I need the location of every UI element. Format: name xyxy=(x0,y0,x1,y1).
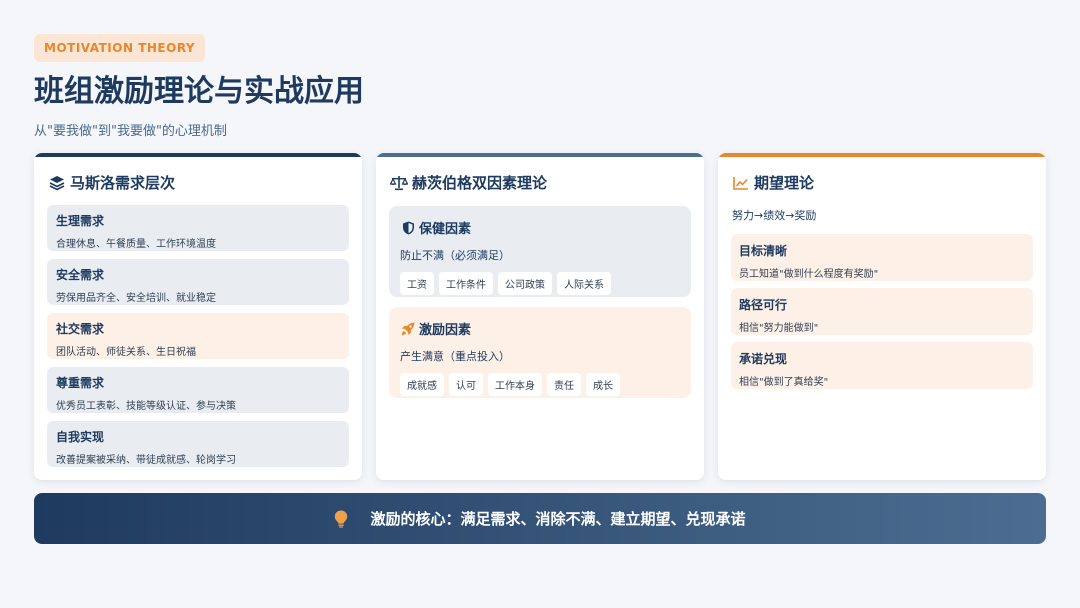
condition-title: 承诺兑现 xyxy=(739,352,788,366)
need-level: 安全需求 xyxy=(56,268,105,282)
factor-chip: 责任 xyxy=(547,373,581,396)
page-subtitle: 从"要我做"到"我要做"的心理机制 xyxy=(34,124,227,139)
layers-icon xyxy=(48,174,66,192)
condition-detail: 员工知道"做到什么程度有奖励" xyxy=(739,269,879,280)
maslow-card: 马斯洛需求层次 生理需求 合理休息、午餐质量、工作环境温度 安全需求 劳保用品齐… xyxy=(34,153,362,480)
factor-chip: 工资 xyxy=(400,272,434,295)
core-banner: 激励的核心：满足需求、消除不满、建立期望、兑现承诺 xyxy=(34,493,1046,544)
need-detail: 劳保用品齐全、安全培训、就业稳定 xyxy=(56,293,216,304)
condition-title: 路径可行 xyxy=(739,298,788,312)
expectancy-chain: 努力→绩效→奖励 xyxy=(732,209,817,222)
chart-line-icon xyxy=(732,174,750,192)
need-detail: 合理休息、午餐质量、工作环境温度 xyxy=(56,239,216,250)
factor-chips: 成就感 认可 工作本身 责任 成长 xyxy=(400,373,680,396)
factor-title: 保健因素 xyxy=(419,222,472,237)
list-item: 路径可行 相信"努力能做到" xyxy=(731,288,1033,335)
factor-chip: 成就感 xyxy=(400,373,444,396)
maslow-card-title: 马斯洛需求层次 xyxy=(34,157,362,193)
card-title-text: 期望理论 xyxy=(754,174,815,192)
lightbulb-icon xyxy=(334,510,348,528)
list-item: 承诺兑现 相信"做到了真给奖" xyxy=(731,342,1033,389)
list-item: 自我实现 改善提案被采纳、带徒成就感、轮岗学习 xyxy=(47,421,349,467)
herzberg-card-title: 赫茨伯格双因素理论 xyxy=(376,157,704,193)
list-item: 生理需求 合理休息、午餐质量、工作环境温度 xyxy=(47,205,349,251)
expectancy-list: 目标清晰 员工知道"做到什么程度有奖励" 路径可行 相信"努力能做到" 承诺兑现… xyxy=(718,223,1046,389)
motivator-factor-panel: 激励因素 产生满意（重点投入） 成就感 认可 工作本身 责任 成长 xyxy=(389,307,691,398)
card-title-text: 马斯洛需求层次 xyxy=(70,174,176,192)
factor-heading: 保健因素 xyxy=(400,218,680,237)
factor-chip: 工作条件 xyxy=(439,272,493,295)
need-detail: 改善提案被采纳、带徒成就感、轮岗学习 xyxy=(56,455,236,466)
factor-chip: 工作本身 xyxy=(488,373,542,396)
expectancy-card: 期望理论 努力→绩效→奖励 目标清晰 员工知道"做到什么程度有奖励" 路径可行 … xyxy=(718,153,1046,480)
factor-desc: 防止不满（必须满足） xyxy=(400,249,510,262)
list-item: 社交需求 团队活动、师徒关系、生日祝福 xyxy=(47,313,349,359)
hygiene-factor-panel: 保健因素 防止不满（必须满足） 工资 工作条件 公司政策 人际关系 xyxy=(389,206,691,297)
expectancy-card-title: 期望理论 xyxy=(718,157,1046,193)
shield-icon xyxy=(400,220,416,236)
factor-title: 激励因素 xyxy=(419,323,472,338)
list-item: 尊重需求 优秀员工表彰、技能等级认证、参与决策 xyxy=(47,367,349,413)
condition-detail: 相信"做到了真给奖" xyxy=(739,377,829,388)
page-title: 班组激励理论与实战应用 xyxy=(34,74,364,109)
condition-title: 目标清晰 xyxy=(739,244,788,258)
list-item: 安全需求 劳保用品齐全、安全培训、就业稳定 xyxy=(47,259,349,305)
list-item: 目标清晰 员工知道"做到什么程度有奖励" xyxy=(731,234,1033,281)
factor-chip: 成长 xyxy=(586,373,620,396)
factor-chip: 认可 xyxy=(449,373,483,396)
condition-detail: 相信"努力能做到" xyxy=(739,323,819,334)
need-detail: 优秀员工表彰、技能等级认证、参与决策 xyxy=(56,401,236,412)
card-title-text: 赫茨伯格双因素理论 xyxy=(412,174,548,192)
maslow-list: 生理需求 合理休息、午餐质量、工作环境温度 安全需求 劳保用品齐全、安全培训、就… xyxy=(34,193,362,467)
need-level: 生理需求 xyxy=(56,214,105,228)
factor-chip: 公司政策 xyxy=(498,272,552,295)
need-detail: 团队活动、师徒关系、生日祝福 xyxy=(56,347,196,358)
factor-desc: 产生满意（重点投入） xyxy=(400,350,510,363)
need-level: 社交需求 xyxy=(56,322,105,336)
herzberg-card: 赫茨伯格双因素理论 保健因素 防止不满（必须满足） 工资 工作条件 公司政策 人… xyxy=(376,153,704,480)
scale-icon xyxy=(390,174,408,192)
need-level: 尊重需求 xyxy=(56,376,105,390)
banner-text: 激励的核心：满足需求、消除不满、建立期望、兑现承诺 xyxy=(370,510,746,528)
need-level: 自我实现 xyxy=(56,430,105,444)
factor-chip: 人际关系 xyxy=(557,272,611,295)
factor-heading: 激励因素 xyxy=(400,319,680,338)
section-tag: MOTIVATION THEORY xyxy=(34,34,206,62)
factor-chips: 工资 工作条件 公司政策 人际关系 xyxy=(400,272,680,295)
rocket-icon xyxy=(400,321,416,337)
